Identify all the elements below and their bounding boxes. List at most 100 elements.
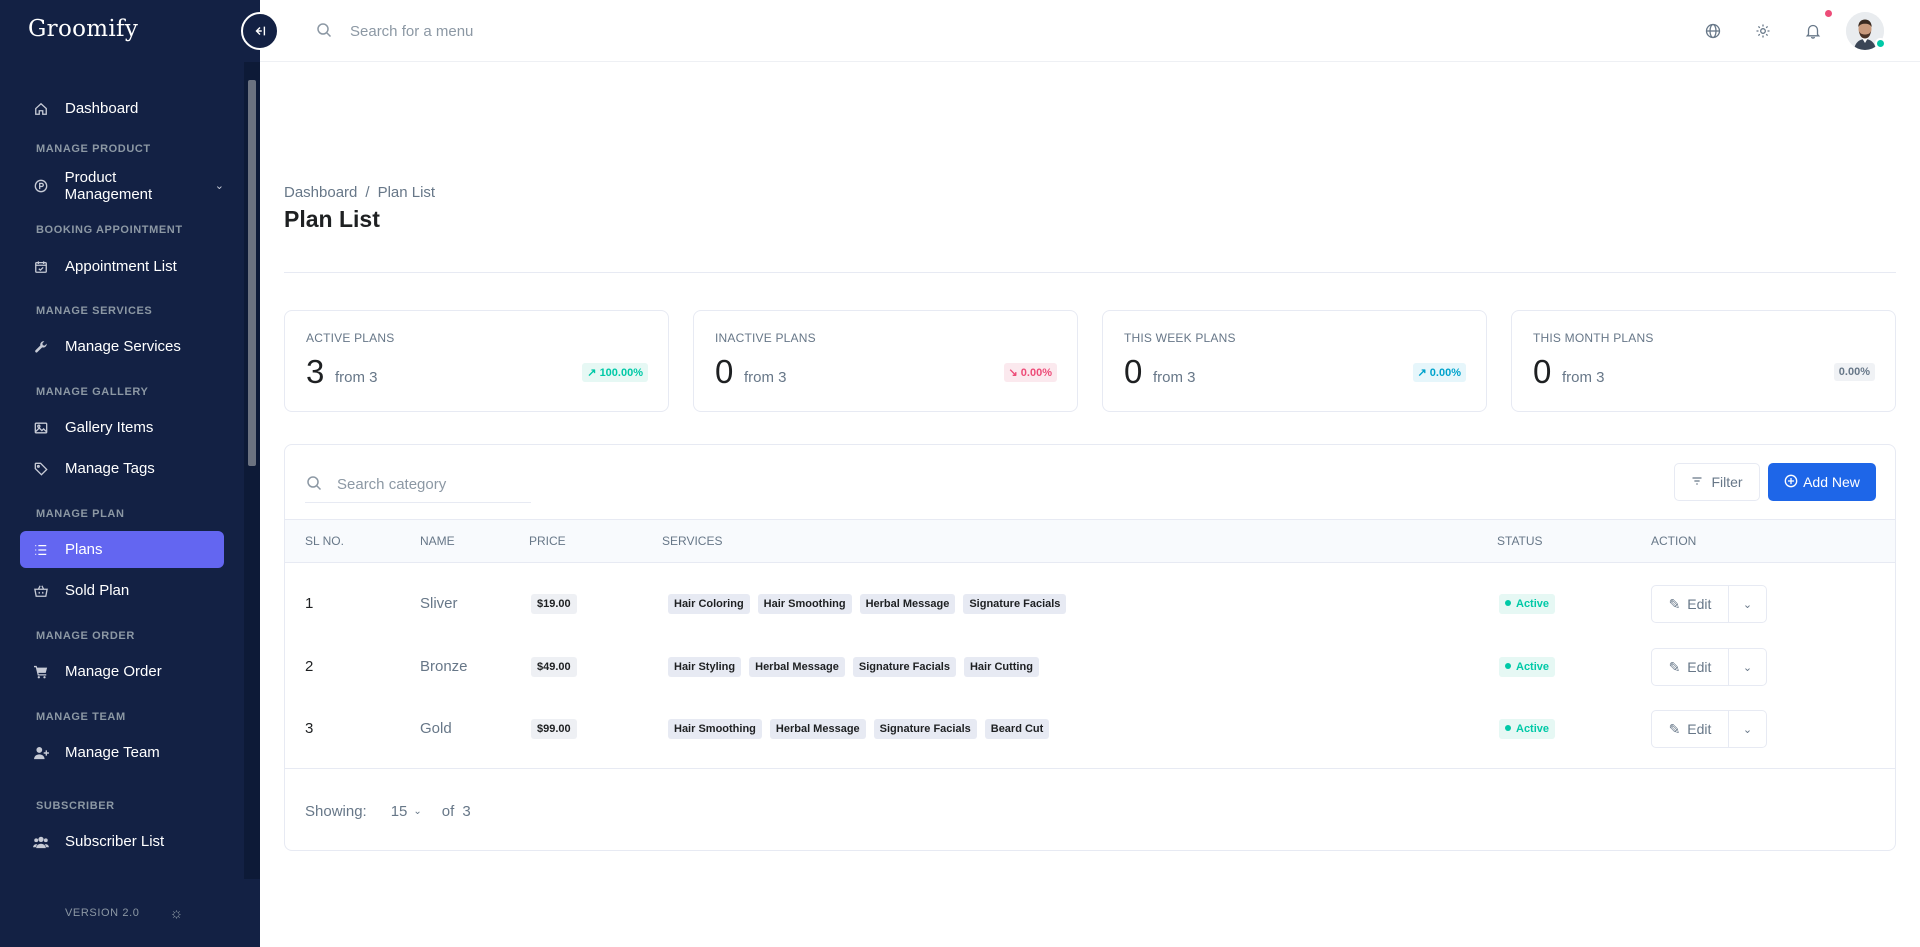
menu-search-input[interactable] <box>350 18 650 44</box>
column-header-price[interactable]: PRICE <box>529 534 566 548</box>
sidebar-item-sold-plan[interactable]: Sold Plan <box>20 572 224 609</box>
stat-value: 3 <box>306 353 325 390</box>
service-badge: Herbal Message <box>769 719 866 739</box>
collapse-arrow-icon <box>255 26 266 36</box>
table-row: 3 Gold $99.00 Hair Smoothing Herbal Mess… <box>285 698 1895 760</box>
sidebar-item-manage-tags[interactable]: Manage Tags <box>20 450 224 487</box>
cell-sl-no: 1 <box>305 595 314 612</box>
stat-change-badge: 0.00% <box>1833 363 1875 381</box>
price-badge: $99.00 <box>531 719 577 739</box>
search-underline <box>305 502 531 503</box>
chevron-down-icon: ⌄ <box>1742 661 1753 674</box>
price-badge: $49.00 <box>531 657 577 677</box>
stat-change-badge: ↗ 0.00% <box>1412 363 1466 382</box>
notification-dot <box>1825 10 1832 17</box>
row-actions: ✎ Edit ⌄ <box>1651 585 1767 623</box>
trend-up-icon: ↗ <box>587 367 600 379</box>
stat-card-inactive-plans: INACTIVE PLANS 0 from 3 ↘ 0.00% <box>693 310 1078 412</box>
edit-button[interactable]: ✎ Edit <box>1651 648 1729 686</box>
column-header-name[interactable]: NAME <box>420 534 455 548</box>
sidebar-collapse-button[interactable] <box>241 12 279 50</box>
bell-icon[interactable] <box>1802 20 1824 42</box>
globe-icon[interactable] <box>1702 20 1724 42</box>
of-label: of <box>441 803 455 820</box>
sidebar-section-label: MANAGE TEAM <box>36 711 126 723</box>
sidebar-section-label: BOOKING APPOINTMENT <box>36 224 183 236</box>
services-list: Hair Styling Herbal Message Signature Fa… <box>668 657 1039 677</box>
service-badge: Hair Smoothing <box>757 594 852 614</box>
service-badge: Signature Facials <box>852 657 956 677</box>
service-badge: Hair Cutting <box>963 657 1039 677</box>
column-header-status[interactable]: STATUS <box>1497 534 1543 548</box>
edit-button[interactable]: ✎ Edit <box>1651 585 1729 623</box>
service-badge: Beard Cut <box>984 719 1050 739</box>
service-badge: Signature Facials <box>963 594 1067 614</box>
online-status-indicator <box>1875 38 1886 49</box>
add-new-button[interactable]: Add New <box>1768 463 1876 501</box>
chevron-down-icon: ⌄ <box>413 806 422 817</box>
sun-icon[interactable]: ☼ <box>169 905 183 922</box>
brand-logo[interactable]: Groomify <box>28 16 138 42</box>
filter-icon <box>1691 474 1703 490</box>
showing-label: Showing: <box>305 803 367 820</box>
sidebar-section-label: MANAGE SERVICES <box>36 305 153 317</box>
wrench-icon <box>33 339 49 355</box>
row-actions-dropdown-button[interactable]: ⌄ <box>1729 710 1767 748</box>
sidebar-item-label: Manage Order <box>65 663 162 680</box>
row-actions: ✎ Edit ⌄ <box>1651 710 1767 748</box>
list-icon <box>33 542 49 558</box>
services-list: Hair Coloring Hair Smoothing Herbal Mess… <box>668 594 1067 614</box>
pencil-icon: ✎ <box>1668 720 1681 737</box>
tag-icon <box>33 461 49 477</box>
sidebar-item-subscriber-list[interactable]: Subscriber List <box>20 823 224 860</box>
users-icon <box>33 834 49 850</box>
sidebar-item-manage-team[interactable]: Manage Team <box>20 734 224 771</box>
basket-icon <box>33 583 49 599</box>
column-header-sl-no[interactable]: SL NO. <box>305 534 344 548</box>
row-actions-dropdown-button[interactable]: ⌄ <box>1729 648 1767 686</box>
user-plus-icon <box>33 745 49 761</box>
sidebar-item-appointment-list[interactable]: Appointment List <box>20 248 224 285</box>
sidebar: Groomify Dashboard MANAGE PRODUCT Produc… <box>0 0 260 947</box>
services-list: Hair Smoothing Herbal Message Signature … <box>668 719 1050 739</box>
category-search-input[interactable] <box>337 469 537 499</box>
sidebar-item-manage-services[interactable]: Manage Services <box>20 328 224 365</box>
sidebar-item-product-management[interactable]: Product Management ⌄ <box>20 167 224 204</box>
sidebar-scrollbar-thumb[interactable] <box>248 80 256 466</box>
home-icon <box>33 101 49 117</box>
status-badge: Active <box>1499 594 1556 614</box>
price-badge: $19.00 <box>531 594 577 614</box>
cell-name: Sliver <box>420 595 458 612</box>
sidebar-item-gallery-items[interactable]: Gallery Items <box>20 409 224 446</box>
product-icon <box>33 178 49 194</box>
sidebar-section-label: MANAGE PRODUCT <box>36 143 151 155</box>
status-badge: Active <box>1499 657 1556 677</box>
sidebar-item-plans[interactable]: Plans <box>20 531 224 568</box>
row-actions-dropdown-button[interactable]: ⌄ <box>1729 585 1767 623</box>
service-badge: Hair Smoothing <box>668 719 762 739</box>
gear-icon[interactable] <box>1752 20 1774 42</box>
sidebar-section-label: MANAGE GALLERY <box>36 386 149 398</box>
breadcrumb-item-current: Plan List <box>377 184 436 201</box>
sidebar-section-label: MANAGE PLAN <box>36 508 125 520</box>
breadcrumb-item-dashboard[interactable]: Dashboard <box>284 184 357 201</box>
sidebar-item-label: Manage Tags <box>65 460 155 477</box>
breadcrumb-separator: / <box>365 184 370 201</box>
edit-button[interactable]: ✎ Edit <box>1651 710 1729 748</box>
column-header-services[interactable]: SERVICES <box>662 534 722 548</box>
chevron-down-icon: ⌄ <box>1742 723 1753 736</box>
table-row: 1 Sliver $19.00 Hair Coloring Hair Smoot… <box>285 573 1895 635</box>
filter-button[interactable]: Filter <box>1674 463 1760 501</box>
cell-name: Gold <box>420 720 452 737</box>
service-badge: Herbal Message <box>749 657 845 677</box>
trend-up-icon: ↗ <box>1417 367 1430 379</box>
sidebar-footer: VERSION 2.0 ☼ <box>0 879 260 947</box>
page-size-select[interactable]: 15 ⌄ <box>391 803 422 820</box>
chevron-down-icon: ⌄ <box>214 180 224 192</box>
column-header-action: ACTION <box>1651 534 1697 548</box>
sidebar-item-manage-order[interactable]: Manage Order <box>20 653 224 690</box>
service-badge: Hair Styling <box>668 657 742 677</box>
sidebar-item-dashboard[interactable]: Dashboard <box>20 90 224 127</box>
page-title: Plan List <box>284 206 380 232</box>
service-badge: Hair Coloring <box>668 594 750 614</box>
